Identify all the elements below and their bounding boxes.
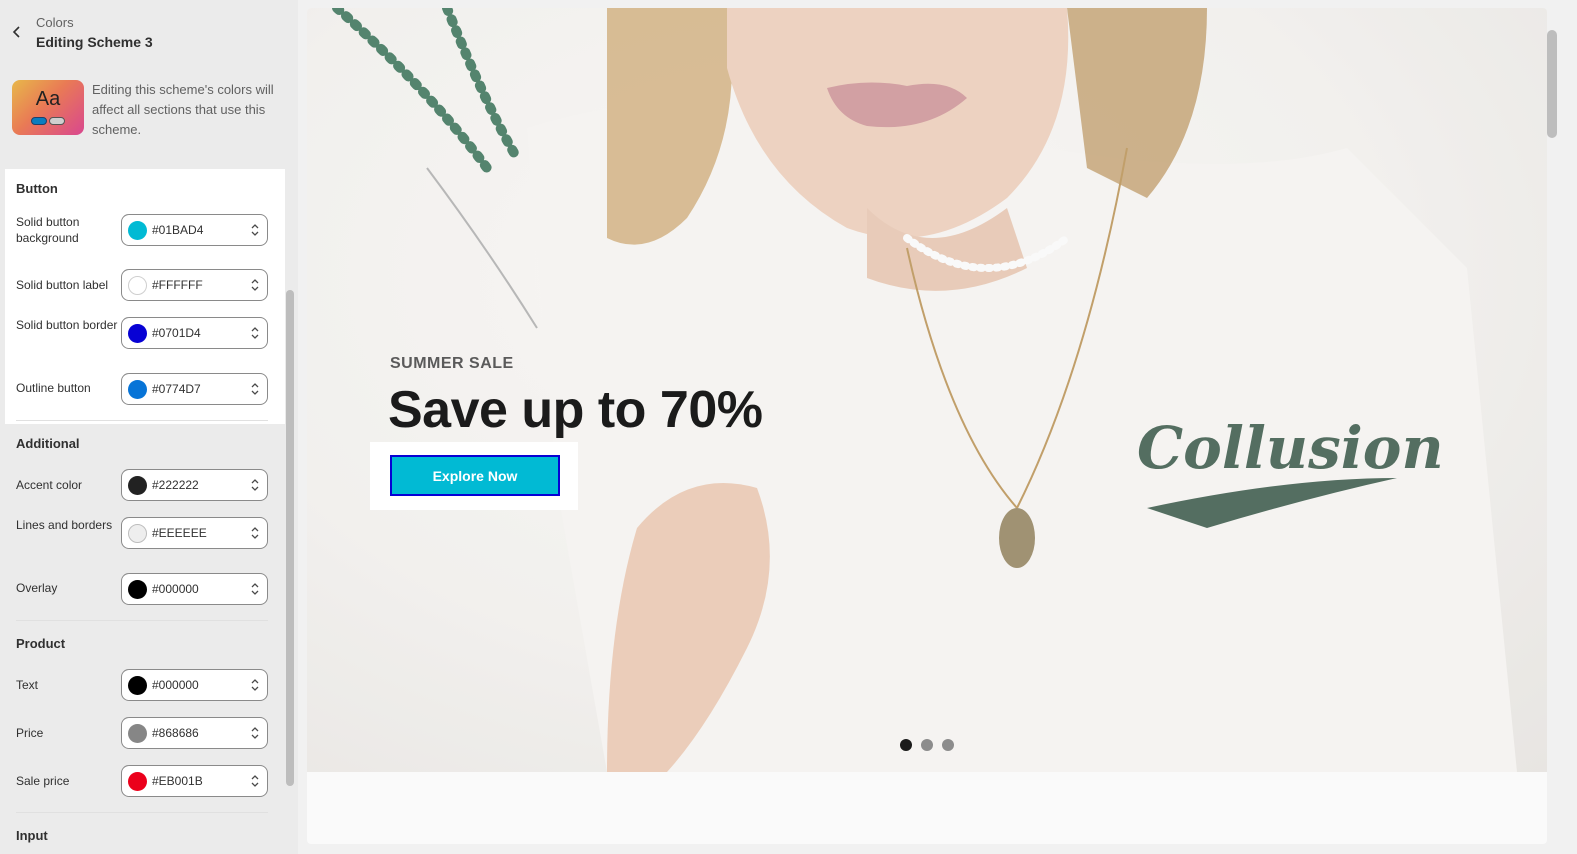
hex-value: #01BAD4 bbox=[152, 223, 204, 237]
field-label: Solid button border bbox=[16, 318, 118, 332]
scheme-note: Editing this scheme's colors will affect… bbox=[92, 82, 274, 137]
hex-value: #222222 bbox=[152, 478, 199, 492]
field-label: Sale price bbox=[16, 774, 70, 788]
color-picker-outline-button[interactable]: #0774D7 bbox=[121, 373, 268, 405]
scheme-preview-thumbnail: Aa bbox=[12, 80, 84, 135]
theme-settings-sidebar: Colors Editing Scheme 3 Aa Editing this … bbox=[0, 0, 298, 854]
section-title-additional: Additional bbox=[16, 436, 80, 451]
hero-slideshow: Collusion SUMMER SALE Save up to 70% Exp… bbox=[307, 8, 1547, 772]
chevron-up-down-icon bbox=[251, 583, 259, 595]
slide-dot-1[interactable] bbox=[900, 739, 912, 751]
hex-value: #0701D4 bbox=[152, 326, 201, 340]
chevron-up-down-icon bbox=[251, 383, 259, 395]
divider bbox=[16, 812, 268, 813]
page-title: Editing Scheme 3 bbox=[36, 34, 153, 50]
section-title-button: Button bbox=[16, 181, 58, 196]
hero-title: Save up to 70% bbox=[388, 381, 763, 439]
field-label: Overlay bbox=[16, 581, 58, 595]
explore-now-button[interactable]: Explore Now bbox=[390, 455, 560, 496]
color-swatch bbox=[128, 772, 147, 791]
hex-value: #000000 bbox=[152, 678, 199, 692]
color-picker-solid-button-border[interactable]: #0701D4 bbox=[121, 317, 268, 349]
chevron-up-down-icon bbox=[251, 679, 259, 691]
slide-dot-2[interactable] bbox=[921, 739, 933, 751]
color-swatch bbox=[128, 380, 147, 399]
color-picker-lines-and-borders[interactable]: #EEEEEE bbox=[121, 517, 268, 549]
chevron-up-down-icon bbox=[251, 727, 259, 739]
color-swatch bbox=[128, 221, 147, 240]
color-swatch bbox=[128, 324, 147, 343]
color-swatch bbox=[128, 276, 147, 295]
preview-scrollbar[interactable] bbox=[1547, 30, 1557, 138]
field-label: Accent color bbox=[16, 478, 83, 492]
color-picker-accent-color[interactable]: #222222 bbox=[121, 469, 268, 501]
divider bbox=[16, 620, 268, 621]
theme-preview: Collusion SUMMER SALE Save up to 70% Exp… bbox=[306, 0, 1577, 854]
color-picker-solid-button-background[interactable]: #01BAD4 bbox=[121, 214, 268, 246]
color-swatch bbox=[128, 724, 147, 743]
color-swatch bbox=[128, 524, 147, 543]
field-label: Outline button bbox=[16, 381, 91, 395]
slide-dot-3[interactable] bbox=[942, 739, 954, 751]
field-label: Lines and borders bbox=[16, 518, 113, 532]
hex-value: #868686 bbox=[152, 726, 199, 740]
color-swatch bbox=[128, 580, 147, 599]
hex-value: #0774D7 bbox=[152, 382, 201, 396]
divider bbox=[16, 420, 268, 421]
sidebar-header: Colors Editing Scheme 3 bbox=[0, 0, 298, 64]
color-swatch bbox=[128, 476, 147, 495]
chevron-up-down-icon bbox=[251, 224, 259, 236]
chevron-left-icon bbox=[12, 26, 20, 38]
field-label: Solid button background bbox=[16, 215, 80, 245]
color-picker-product-text[interactable]: #000000 bbox=[121, 669, 268, 701]
back-button[interactable] bbox=[8, 22, 26, 42]
chevron-up-down-icon bbox=[251, 327, 259, 339]
color-swatch bbox=[128, 676, 147, 695]
color-picker-price[interactable]: #868686 bbox=[121, 717, 268, 749]
color-picker-solid-button-label[interactable]: #FFFFFF bbox=[121, 269, 268, 301]
scheme-preview-text: Aa bbox=[35, 88, 61, 110]
sidebar-scrollbar[interactable] bbox=[286, 290, 294, 786]
section-title-input: Input bbox=[16, 828, 48, 843]
hero-subtitle: SUMMER SALE bbox=[390, 355, 514, 372]
hex-value: #EB001B bbox=[152, 774, 203, 788]
hex-value: #FFFFFF bbox=[152, 278, 203, 292]
scheme-preview-button-secondary bbox=[49, 117, 65, 125]
chevron-up-down-icon bbox=[251, 479, 259, 491]
breadcrumb[interactable]: Colors bbox=[36, 15, 74, 30]
color-picker-overlay[interactable]: #000000 bbox=[121, 573, 268, 605]
chevron-up-down-icon bbox=[251, 527, 259, 539]
field-label: Text bbox=[16, 678, 39, 692]
section-title-product: Product bbox=[16, 636, 66, 651]
hex-value: #EEEEEE bbox=[152, 526, 207, 540]
slideshow-dots bbox=[900, 739, 954, 751]
preview-frame: Collusion SUMMER SALE Save up to 70% Exp… bbox=[307, 8, 1547, 844]
field-label: Solid button label bbox=[16, 278, 109, 292]
color-picker-sale-price[interactable]: #EB001B bbox=[121, 765, 268, 797]
scheme-preview-button-primary bbox=[31, 117, 47, 125]
field-label: Price bbox=[16, 726, 44, 740]
hex-value: #000000 bbox=[152, 582, 199, 596]
chevron-up-down-icon bbox=[251, 775, 259, 787]
chevron-up-down-icon bbox=[251, 279, 259, 291]
